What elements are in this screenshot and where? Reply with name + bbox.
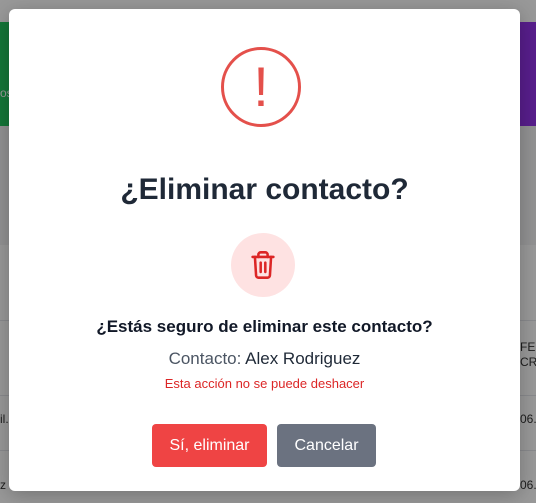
exclamation-icon: ! [221,47,301,127]
trash-icon [251,251,275,279]
confirm-question: ¿Estás seguro de eliminar este contacto? [96,317,433,336]
dialog-title: ¿Eliminar contacto? [120,173,409,206]
contact-line: Contacto: Alex Rodriguez [9,349,520,369]
cancel-button[interactable]: Cancelar [277,424,376,467]
contact-label: Contacto: [168,349,242,368]
delete-contact-dialog: ! ¿Eliminar contacto? ¿Estás seguro de e… [9,9,520,491]
trash-icon-badge [231,233,295,297]
contact-name: Alex Rodriguez [245,349,361,368]
confirm-delete-button[interactable]: Sí, eliminar [152,424,267,467]
irreversible-note: Esta acción no se puede deshacer [164,376,365,391]
